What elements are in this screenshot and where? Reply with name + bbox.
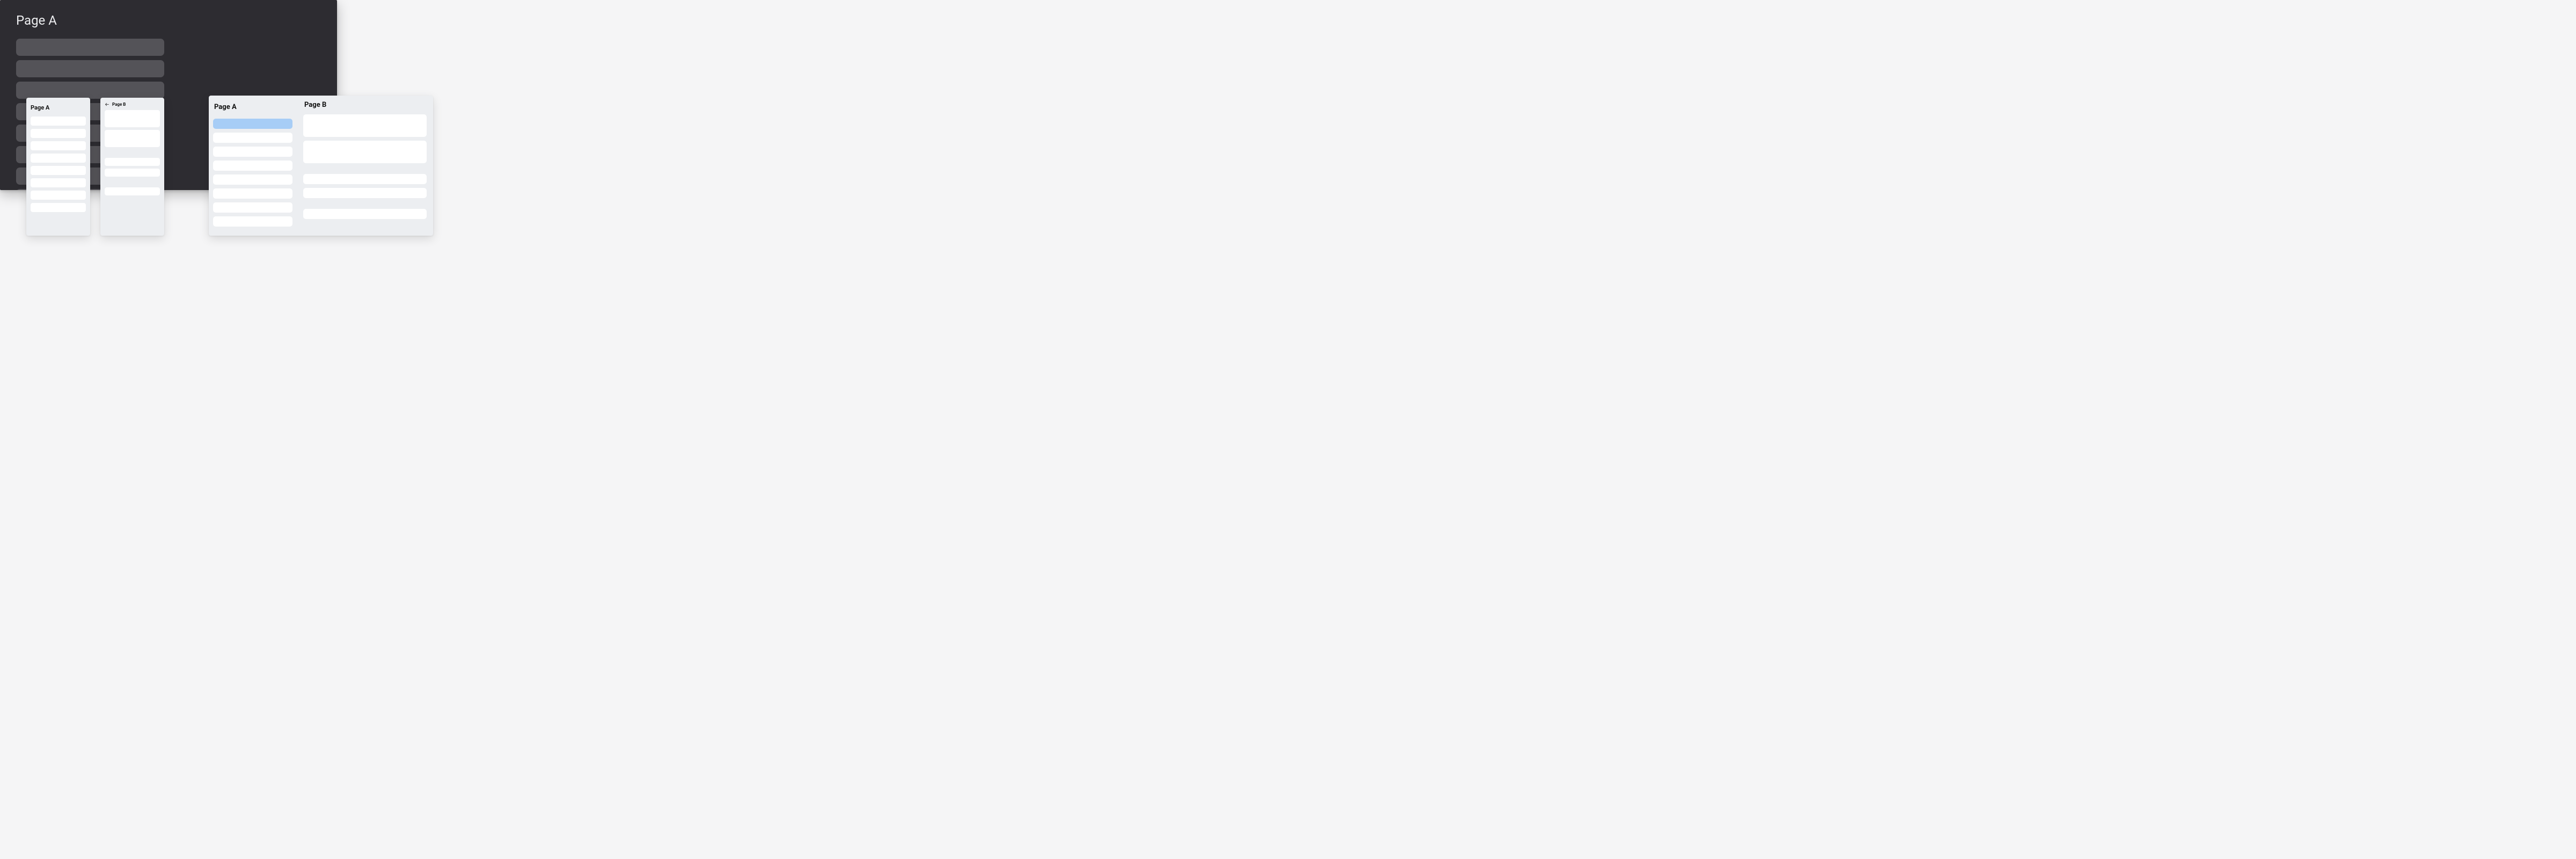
list [31, 117, 86, 212]
list-item[interactable] [303, 209, 427, 219]
list-item[interactable] [303, 174, 427, 184]
list-item[interactable] [213, 119, 292, 129]
page-title: Page B [303, 101, 427, 114]
list [105, 110, 160, 195]
list-item[interactable] [213, 174, 292, 185]
mobile-page-a-panel: Page A [26, 98, 90, 236]
list-item[interactable] [31, 191, 86, 200]
list-item[interactable] [16, 82, 164, 99]
list-item[interactable] [105, 110, 160, 127]
back-arrow-icon[interactable] [105, 102, 109, 107]
list-item[interactable] [31, 141, 86, 150]
list-item[interactable] [303, 141, 427, 163]
page-title: Page B [112, 102, 126, 107]
list-item[interactable] [303, 114, 427, 137]
mobile-page-b-panel: Page B [100, 98, 164, 236]
page-title: Page A [213, 101, 292, 119]
page-title: Page A [16, 13, 321, 28]
page-title: Page A [31, 102, 86, 117]
list-item[interactable] [213, 133, 292, 143]
list [213, 119, 292, 227]
detail-pane: Page B [297, 96, 433, 236]
list-item[interactable] [31, 129, 86, 138]
list-item[interactable] [31, 203, 86, 212]
list-item[interactable] [16, 60, 164, 77]
list-item[interactable] [213, 188, 292, 199]
list-item[interactable] [213, 202, 292, 213]
list-item[interactable] [105, 158, 160, 166]
list-item[interactable] [31, 166, 86, 175]
list-item[interactable] [105, 169, 160, 177]
list-item[interactable] [213, 216, 292, 227]
header: Page B [105, 102, 160, 110]
list-item[interactable] [105, 187, 160, 195]
list-item[interactable] [105, 130, 160, 147]
list-item[interactable] [303, 188, 427, 198]
list-item[interactable] [213, 147, 292, 157]
list-item[interactable] [16, 39, 164, 56]
list-item[interactable] [31, 117, 86, 126]
tablet-dual-pane-panel: Page A Page B [209, 96, 433, 236]
master-pane: Page A [209, 96, 297, 236]
list [303, 114, 427, 219]
list-item[interactable] [213, 161, 292, 171]
list-item[interactable] [31, 178, 86, 187]
list-item[interactable] [31, 154, 86, 163]
